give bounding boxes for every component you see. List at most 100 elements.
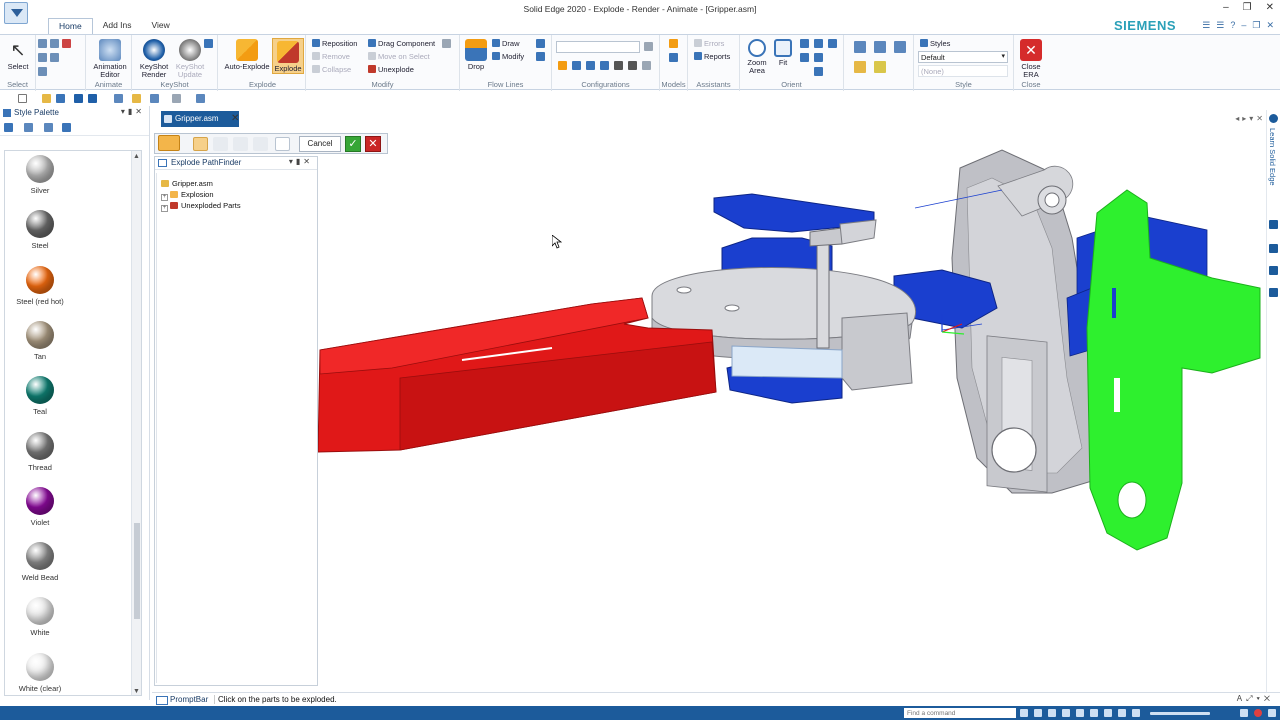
drag-component-button[interactable]: Drag Component [368,39,435,48]
close-tab-icon[interactable]: ✕ [231,113,239,124]
keyshot-update-button[interactable]: KeyShot Update [172,39,208,79]
view-tool-icon[interactable] [1090,709,1098,717]
style-select[interactable]: Default ▾ [918,51,1008,63]
shaded-edges-icon[interactable] [874,61,886,73]
unexplode-button[interactable]: Unexplode [368,65,414,74]
keyshot-render-button[interactable]: KeyShot Render [136,39,172,79]
select-parts-step-icon[interactable] [158,135,180,151]
tree-node-unexploded-parts[interactable]: + Unexploded Parts [161,201,241,212]
scroll-thumb[interactable] [134,523,140,619]
material-item[interactable]: White [5,597,75,637]
orient-tool-icon[interactable] [814,39,823,48]
window-icon[interactable]: ☰ [1216,20,1224,31]
select-tool-icon[interactable] [50,39,59,48]
chevron-down-icon[interactable]: ▾ [1257,694,1264,703]
reposition-button[interactable]: Reposition [312,39,357,48]
new-icon[interactable] [18,94,27,103]
redo-icon[interactable] [172,94,181,103]
expand-icon[interactable]: + [161,194,168,201]
stationary-part-step-icon[interactable] [193,137,208,151]
config-tool-icon[interactable] [642,61,651,70]
options-icon[interactable] [275,137,290,151]
chevron-down-icon[interactable]: ▾ [289,157,296,166]
material-item[interactable]: White (clear) [5,652,75,693]
view-cube-icon[interactable] [874,41,886,53]
close-icon[interactable]: ✕ [1264,694,1274,703]
select-tool-icon[interactable] [50,53,59,62]
print-icon[interactable] [114,94,123,103]
orient-tool-icon[interactable] [800,53,809,62]
doc-close-icon[interactable]: ✕ [1266,20,1274,31]
tree-node-gripper[interactable]: Gripper.asm [161,179,213,188]
gripper-model[interactable] [152,128,1266,692]
tree-node-explosion[interactable]: + Explosion [161,190,214,201]
options-icon[interactable] [132,94,141,103]
explode-distance-step-icon[interactable] [233,137,248,151]
restore-icon[interactable]: ❐ [1243,2,1252,13]
list-view-icon[interactable] [24,123,33,132]
auto-explode-button[interactable]: Auto-Explode [222,39,272,71]
undo-icon[interactable] [150,94,159,103]
flow-line-option-icon[interactable] [536,39,545,48]
material-item[interactable]: Violet [5,486,75,527]
collapse-button[interactable]: Collapse [312,65,351,74]
chevron-down-icon[interactable]: ▾ [121,107,128,116]
accept-button[interactable]: ✓ [345,136,361,152]
find-icon[interactable] [56,94,65,103]
material-item[interactable]: Weld Bead [5,542,75,582]
explode-step-icon[interactable] [253,137,268,151]
reports-button[interactable]: Reports [694,52,730,61]
rail-tool-icon[interactable] [1269,220,1278,229]
animation-editor-button[interactable]: Animation Editor [88,39,132,79]
doc-restore-icon[interactable]: ❐ [1252,20,1260,31]
rail-tool-icon[interactable] [1269,244,1278,253]
material-item[interactable]: Teal [5,376,75,416]
open-icon[interactable] [42,94,51,103]
orient-tool-icon[interactable] [814,53,823,62]
help-icon[interactable]: ? [1230,20,1235,31]
close-era-button[interactable]: ✕ Close ERA [1018,39,1044,79]
drop-button[interactable]: Drop [464,39,488,71]
tab-add-ins[interactable]: Add Ins [93,18,142,34]
config-tool-icon[interactable] [558,61,567,70]
remove-button[interactable]: Remove [312,52,350,61]
rail-tool-icon[interactable] [1269,266,1278,275]
select-tool-icon[interactable] [62,39,71,48]
zoom-slider[interactable] [1150,712,1210,715]
view-tool-icon[interactable] [1118,709,1126,717]
view-tool-icon[interactable] [1104,709,1112,717]
learn-solid-edge-tab[interactable]: Learn Solid Edge [1268,128,1277,186]
save-icon[interactable] [74,94,83,103]
material-item[interactable]: Tan [5,320,75,361]
close-icon[interactable]: ✕ [303,157,313,166]
configuration-select[interactable] [556,41,640,53]
layout-icon[interactable]: ☰ [1202,20,1210,31]
config-tool-icon[interactable] [586,61,595,70]
close-icon[interactable]: ✕ [1266,2,1274,13]
library-icon[interactable] [44,123,53,132]
apply-icon[interactable] [62,123,71,132]
config-tool-icon[interactable] [600,61,609,70]
3d-viewport[interactable] [152,128,1266,692]
document-tab-gripper[interactable]: Gripper.asm [161,111,239,127]
material-item[interactable]: Steel (red hot) [5,265,75,306]
material-item[interactable]: Thread [5,431,75,472]
zoom-area-button[interactable]: Zoom Area [744,39,770,75]
select-tool-icon[interactable] [38,39,47,48]
config-tool-icon[interactable] [614,61,623,70]
view-cube-icon[interactable] [894,41,906,53]
fit-button[interactable]: Fit [772,39,794,67]
errors-button[interactable]: Errors [694,39,724,48]
move-on-select-button[interactable]: Move on Select [368,52,430,61]
modify-options-icon[interactable] [442,39,451,48]
view-tool-icon[interactable] [1240,709,1248,717]
explode-direction-step-icon[interactable] [213,137,228,151]
expand-icon[interactable]: + [161,205,168,212]
large-icons-icon[interactable] [4,123,13,132]
models-icon[interactable] [669,39,678,48]
models-icon[interactable] [669,53,678,62]
modify-flow-line-button[interactable]: Modify [492,52,524,61]
keyshot-settings-icon[interactable] [204,39,213,48]
config-tool-icon[interactable] [628,61,637,70]
scroll-down-icon[interactable]: ▼ [133,688,140,695]
